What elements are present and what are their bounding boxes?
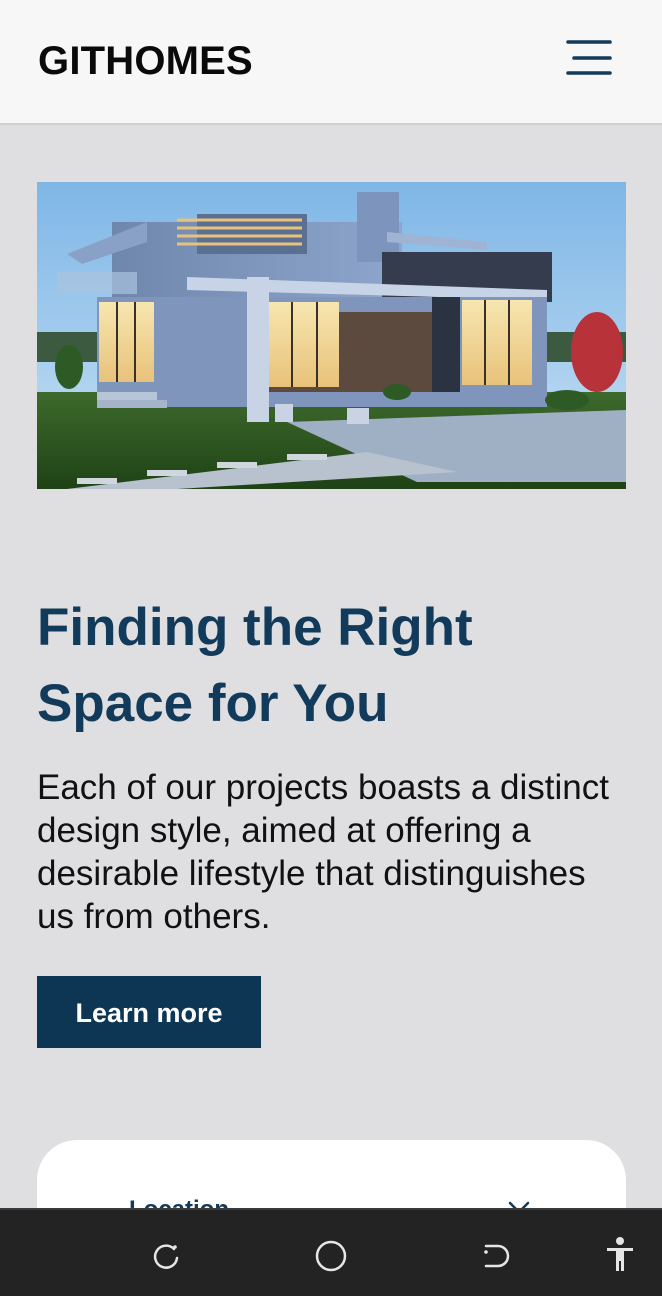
menu-button[interactable] bbox=[564, 36, 614, 80]
learn-more-button[interactable]: Learn more bbox=[37, 976, 261, 1048]
modern-house-illustration bbox=[37, 182, 626, 489]
system-navigation-bar bbox=[0, 1208, 662, 1296]
recent-apps-icon[interactable] bbox=[150, 1240, 182, 1272]
hero-description: Each of our projects boasts a distinct d… bbox=[37, 768, 609, 936]
top-header: GITHOMES bbox=[0, 0, 662, 125]
home-icon[interactable] bbox=[313, 1238, 349, 1274]
accessibility-icon[interactable] bbox=[604, 1236, 636, 1274]
hero-headline: Finding the Right Space for You bbox=[37, 598, 473, 733]
back-icon[interactable] bbox=[480, 1240, 512, 1272]
hamburger-menu-icon bbox=[566, 40, 612, 75]
hero-image bbox=[37, 182, 626, 489]
brand-logo[interactable]: GITHOMES bbox=[38, 38, 253, 84]
